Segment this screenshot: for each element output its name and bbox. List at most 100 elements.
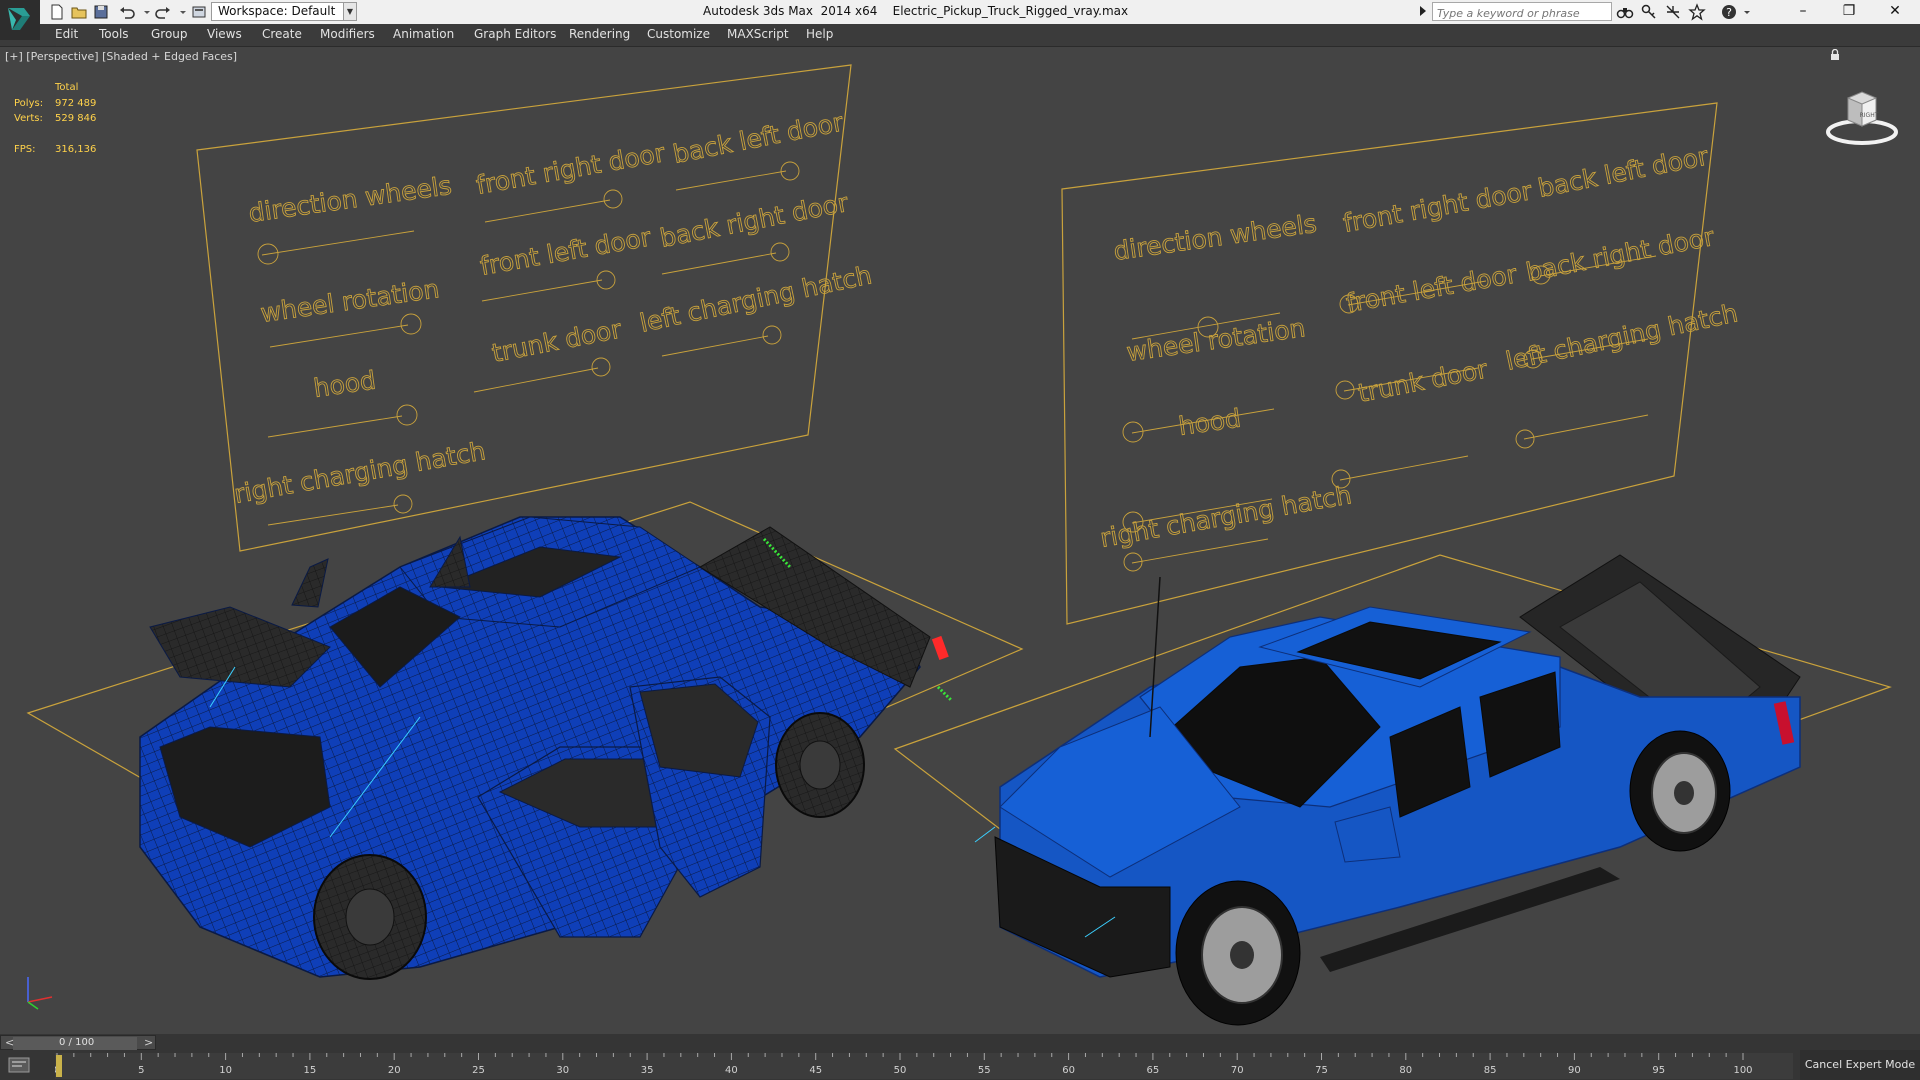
- restore-button[interactable]: ❐: [1826, 0, 1872, 24]
- slider-knob[interactable]: [400, 313, 422, 335]
- control-trunk-door[interactable]: trunk door: [473, 314, 625, 393]
- menu-group[interactable]: Group: [151, 27, 188, 41]
- redo-icon[interactable]: [154, 3, 172, 21]
- viewcube-face-label[interactable]: RIGHT: [1860, 112, 1879, 119]
- help-icon[interactable]: ?: [1720, 3, 1738, 21]
- wireframe-truck[interactable]: [139, 516, 954, 980]
- slider-knob[interactable]: [603, 189, 623, 209]
- window-title: Autodesk 3ds Max 2014 x64 Electric_Picku…: [703, 4, 1128, 18]
- rig-panel-left[interactable]: direction wheels front right door back l…: [232, 107, 875, 526]
- control-wheel-rotation[interactable]: wheel rotation: [258, 274, 442, 348]
- control-label: front right door: [1341, 176, 1535, 238]
- binoculars-icon[interactable]: [1616, 3, 1634, 21]
- helper-line: [974, 826, 996, 843]
- tick-label: 5: [138, 1065, 144, 1076]
- new-file-icon[interactable]: [48, 3, 66, 21]
- control-left-charging-hatch[interactable]: left charging hatch: [637, 260, 875, 357]
- control-hood[interactable]: hood: [267, 365, 418, 438]
- tick-label: 45: [809, 1065, 822, 1076]
- lock-icon[interactable]: [1829, 49, 1841, 61]
- search-field[interactable]: [1432, 2, 1613, 22]
- title-bar: Workspace: Default ▼ Autodesk 3ds Max 20…: [0, 0, 1920, 40]
- communication-center-icon[interactable]: [1664, 3, 1682, 21]
- app-logo-button[interactable]: [0, 0, 40, 40]
- slider-knob[interactable]: [762, 325, 782, 345]
- menu-help[interactable]: Help: [806, 27, 833, 41]
- menu-edit[interactable]: Edit: [55, 27, 78, 41]
- slider-track: [675, 170, 787, 191]
- chevron-down-icon[interactable]: ▼: [343, 2, 357, 21]
- favorites-star-icon[interactable]: [1688, 3, 1706, 21]
- trackbar-toggle-icon[interactable]: [8, 1056, 30, 1078]
- current-frame-marker[interactable]: [56, 1055, 62, 1077]
- menu-views[interactable]: Views: [207, 27, 242, 41]
- menu-modifiers[interactable]: Modifiers: [320, 27, 375, 41]
- control-right-charging-hatch[interactable]: right charging hatch: [1098, 480, 1354, 572]
- rear-wheel-hub: [1674, 781, 1694, 805]
- tick-label: 10: [219, 1065, 232, 1076]
- tick-label: 85: [1484, 1065, 1497, 1076]
- minimize-button[interactable]: –: [1780, 0, 1826, 24]
- control-front-right-door[interactable]: front right door: [474, 138, 668, 223]
- axis-gizmo: [27, 977, 53, 1010]
- control-left-charging-hatch[interactable]: left charging hatch: [1503, 298, 1741, 449]
- tick-label: 65: [1147, 1065, 1160, 1076]
- undo-icon[interactable]: [118, 3, 136, 21]
- search-expand-icon[interactable]: [1420, 6, 1426, 16]
- menu-maxscript[interactable]: MAXScript: [727, 27, 789, 41]
- control-back-left-door[interactable]: back left door: [670, 107, 847, 191]
- undo-dropdown-icon[interactable]: [138, 3, 150, 21]
- menu-create[interactable]: Create: [262, 27, 302, 41]
- control-trunk-door[interactable]: trunk door: [1331, 354, 1491, 489]
- time-slider[interactable]: < 0 / 100 >: [0, 1035, 156, 1050]
- rig-panel-right[interactable]: direction wheels front right door back l…: [1098, 141, 1741, 572]
- slider-track: [1339, 455, 1469, 481]
- perspective-viewport[interactable]: [+] [Perspective] [Shaded + Edged Faces]…: [0, 47, 1920, 1034]
- slider-knob[interactable]: [393, 494, 413, 514]
- slider-knob[interactable]: [770, 242, 790, 262]
- app-title: Autodesk 3ds Max 2014 x64: [703, 4, 878, 18]
- menu-rendering[interactable]: Rendering: [569, 27, 630, 41]
- viewcube-icon[interactable]: RIGHT: [1824, 80, 1900, 148]
- control-label: trunk door: [490, 314, 625, 368]
- project-folder-icon[interactable]: [190, 3, 208, 21]
- tick-label: 30: [556, 1065, 569, 1076]
- control-label: trunk door: [1356, 354, 1491, 408]
- save-icon[interactable]: [92, 3, 110, 21]
- control-direction-wheels[interactable]: direction wheels: [246, 170, 454, 265]
- trackbar[interactable]: 0510152025303540455055606570758085909510…: [55, 1053, 1793, 1079]
- charging-hatch-flap: [291, 558, 329, 608]
- menu-bar: Edit Tools Group Views Create Modifiers …: [0, 24, 1920, 47]
- shaded-truck[interactable]: [974, 554, 1801, 1026]
- menu-tools[interactable]: Tools: [99, 27, 129, 41]
- redo-dropdown-icon[interactable]: [174, 3, 186, 21]
- svg-text:?: ?: [1726, 6, 1732, 19]
- workspace-dropdown[interactable]: Workspace: Default: [211, 2, 351, 21]
- menu-graph-editors[interactable]: Graph Editors: [474, 27, 556, 41]
- control-label: front right door: [474, 138, 668, 200]
- open-folder-icon[interactable]: [70, 3, 88, 21]
- close-button[interactable]: ✕: [1872, 0, 1918, 24]
- scene-canvas[interactable]: direction wheels front right door back l…: [0, 47, 1920, 1034]
- slider-track: [1523, 414, 1649, 440]
- slider-track: [661, 252, 777, 275]
- search-input[interactable]: [1435, 4, 1613, 22]
- tick-label: 50: [894, 1065, 907, 1076]
- subscription-key-icon[interactable]: [1640, 3, 1658, 21]
- slider-track: [261, 230, 415, 256]
- next-frame-button[interactable]: >: [144, 1036, 153, 1049]
- control-front-left-door[interactable]: front left door: [478, 222, 654, 302]
- control-back-right-door[interactable]: back right door: [657, 187, 852, 275]
- slider-knob[interactable]: [396, 404, 418, 426]
- workspace-label: Workspace: Default: [218, 4, 336, 18]
- control-label: back right door: [1524, 222, 1718, 287]
- slider-track: [267, 504, 399, 526]
- menu-animation[interactable]: Animation: [393, 27, 454, 41]
- slider-knob[interactable]: [591, 357, 611, 377]
- menu-customize[interactable]: Customize: [647, 27, 710, 41]
- cancel-expert-mode-button[interactable]: Cancel Expert Mode: [1800, 1050, 1920, 1080]
- help-dropdown-icon[interactable]: [1742, 3, 1752, 21]
- previous-frame-button[interactable]: <: [5, 1036, 14, 1049]
- tick-label: 100: [1733, 1065, 1752, 1076]
- control-right-charging-hatch[interactable]: right charging hatch: [232, 436, 488, 526]
